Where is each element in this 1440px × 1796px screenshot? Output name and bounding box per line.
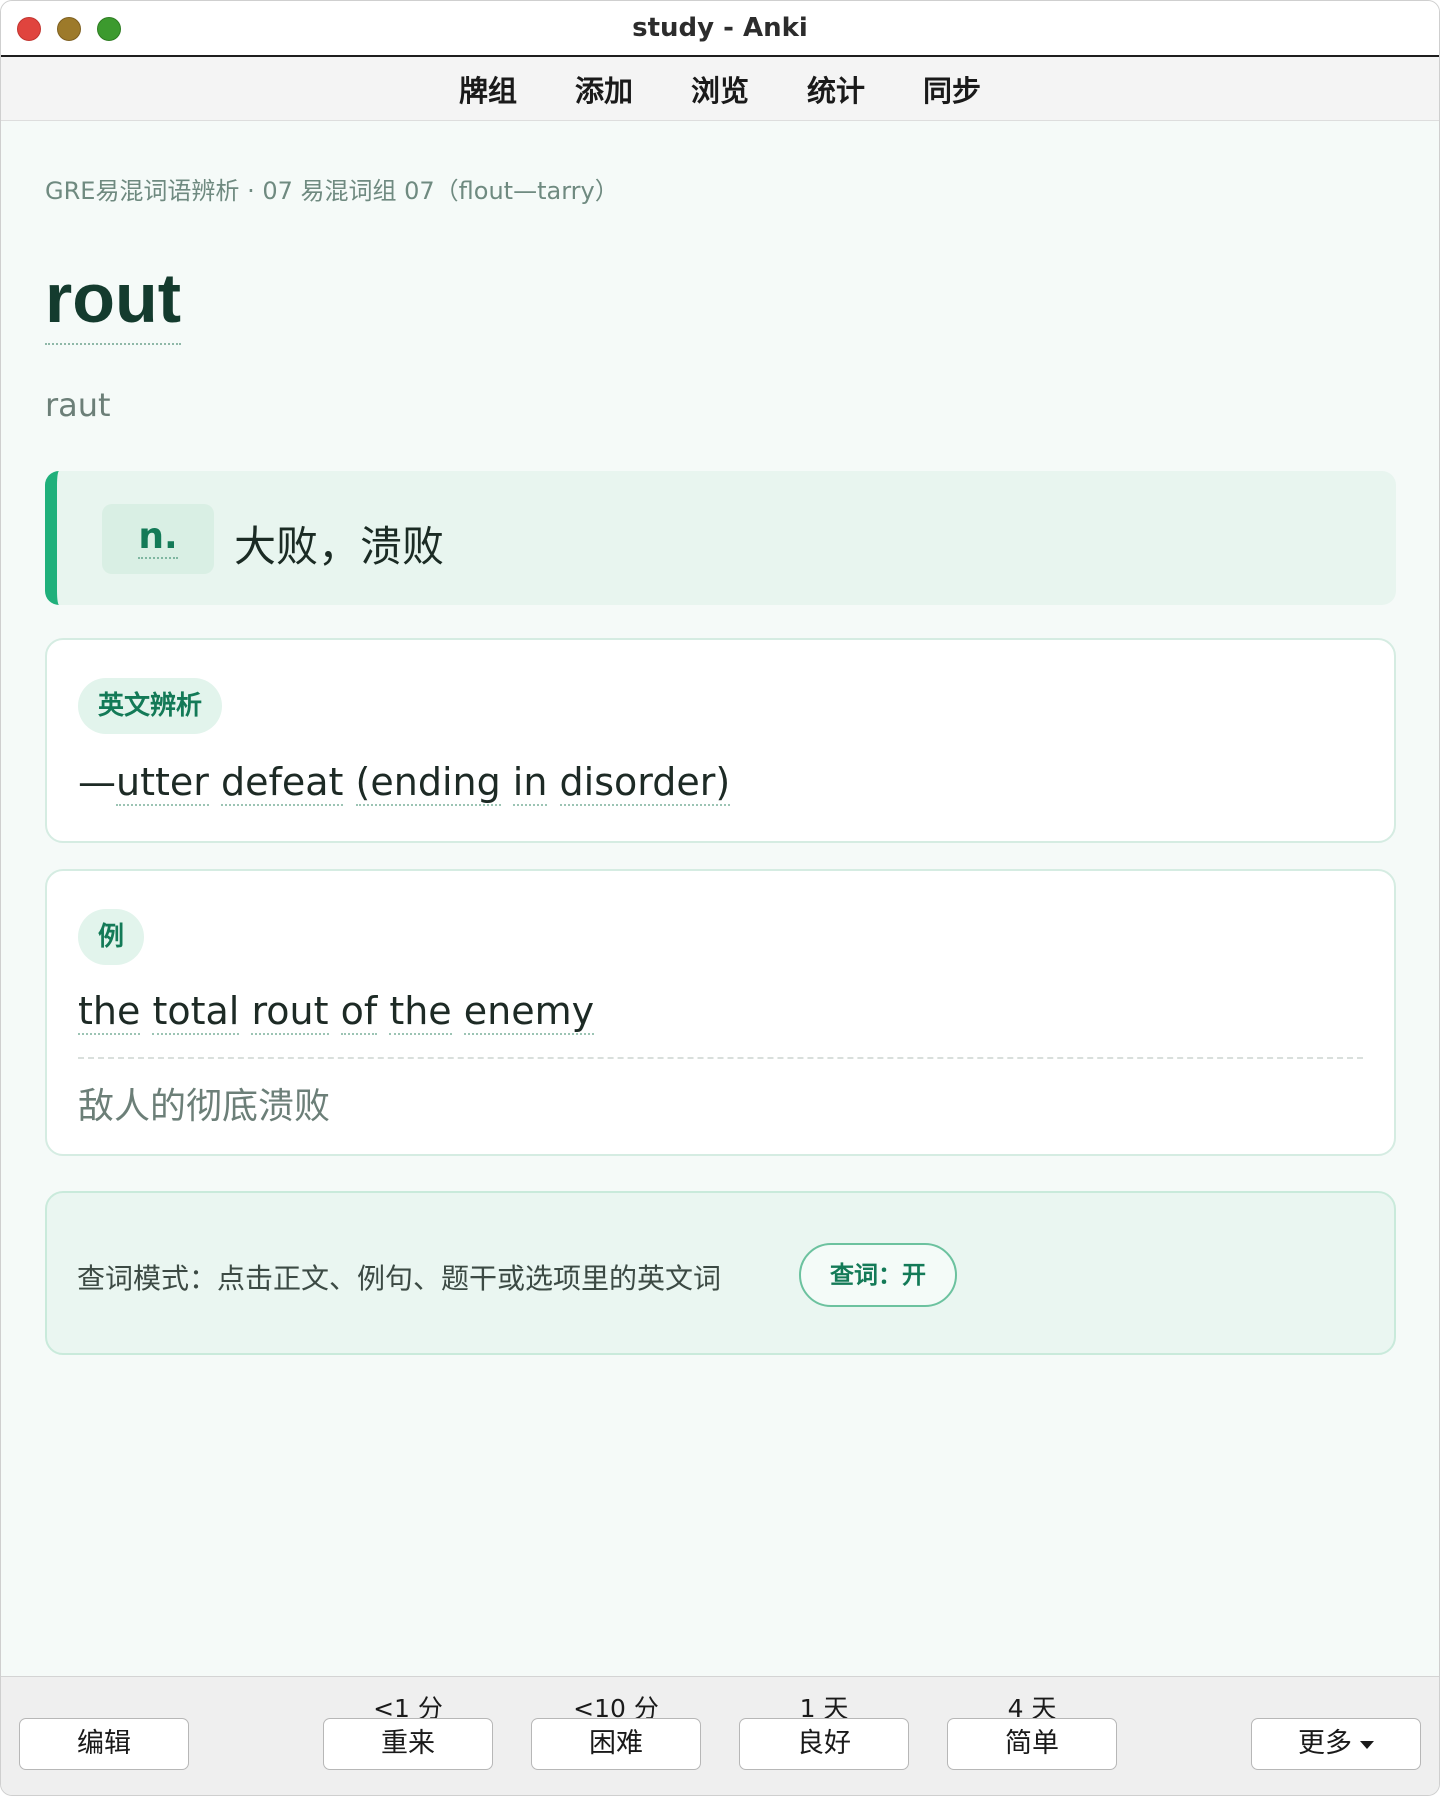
toolbar-browse[interactable]: 浏览 bbox=[662, 68, 778, 110]
english-analysis-text: —utter defeat (ending in disorder) bbox=[78, 760, 731, 806]
lookup-word[interactable]: in bbox=[512, 760, 548, 806]
definition-text: 大败，溃败 bbox=[234, 522, 445, 571]
dash-prefix: — bbox=[78, 760, 116, 804]
toolbar-add[interactable]: 添加 bbox=[546, 68, 662, 110]
lookup-mode-box: 查词模式：点击正文、例句、题干或选项里的英文词 查词：开 bbox=[45, 1191, 1396, 1355]
easy-button[interactable]: 简单 bbox=[947, 1718, 1117, 1770]
toolbar-stats[interactable]: 统计 bbox=[778, 68, 894, 110]
toolbar-sync[interactable]: 同步 bbox=[894, 68, 1010, 110]
part-of-speech[interactable]: n. bbox=[138, 516, 178, 559]
lookup-word[interactable]: the bbox=[389, 989, 452, 1035]
edit-button[interactable]: 编辑 bbox=[19, 1718, 189, 1770]
lookup-mode-text: 查词模式：点击正文、例句、题干或选项里的英文词 bbox=[77, 1262, 722, 1295]
deck-breadcrumb: GRE易混词语辨析 · 07 易混词组 07（flout—tarry） bbox=[45, 177, 619, 205]
lookup-word[interactable]: enemy bbox=[463, 989, 595, 1035]
example-sentence: the total rout of the enemy bbox=[78, 989, 595, 1035]
lookup-word[interactable]: defeat bbox=[220, 760, 344, 806]
toolbar-decks[interactable]: 牌组 bbox=[430, 68, 546, 110]
card-content: GRE易混词语辨析 · 07 易混词组 07（flout—tarry） rout… bbox=[1, 121, 1439, 1676]
review-bottom-bar: 编辑 <1 分 重来 <10 分 困难 1 天 良好 4 天 简单 更多 bbox=[1, 1676, 1439, 1795]
more-button[interactable]: 更多 bbox=[1251, 1718, 1421, 1770]
headword[interactable]: rout bbox=[45, 263, 182, 345]
definition-box: n. 大败，溃败 bbox=[45, 471, 1396, 605]
english-analysis-label: 英文辨析 bbox=[78, 678, 223, 734]
example-card: 例 the total rout of the enemy 敌人的彻底溃败 bbox=[45, 869, 1396, 1156]
lookup-word[interactable]: of bbox=[340, 989, 378, 1035]
example-divider bbox=[78, 1057, 1363, 1059]
chevron-down-icon bbox=[1360, 1740, 1374, 1749]
window-title: study - Anki bbox=[632, 13, 808, 43]
example-translation: 敌人的彻底溃败 bbox=[78, 1086, 331, 1127]
english-analysis-card: 英文辨析 —utter defeat (ending in disorder) bbox=[45, 638, 1396, 843]
example-label: 例 bbox=[78, 909, 145, 965]
main-toolbar: 牌组 添加 浏览 统计 同步 bbox=[1, 57, 1439, 121]
lookup-word[interactable]: utter bbox=[116, 760, 209, 806]
again-button[interactable]: 重来 bbox=[323, 1718, 493, 1770]
more-label: 更多 bbox=[1298, 1728, 1352, 1759]
lookup-word[interactable]: (ending bbox=[355, 760, 501, 806]
title-bar: study - Anki bbox=[1, 1, 1439, 57]
good-button[interactable]: 良好 bbox=[739, 1718, 909, 1770]
hard-button[interactable]: 困难 bbox=[531, 1718, 701, 1770]
part-of-speech-tag: n. bbox=[102, 504, 214, 574]
lookup-word[interactable]: total bbox=[152, 989, 240, 1035]
lookup-toggle-button[interactable]: 查词：开 bbox=[799, 1243, 957, 1307]
anki-window: study - Anki 牌组 添加 浏览 统计 同步 GRE易混词语辨析 · … bbox=[0, 0, 1440, 1796]
lookup-word[interactable]: disorder) bbox=[559, 760, 731, 806]
lookup-word[interactable]: rout bbox=[251, 989, 329, 1035]
phonetic: raut bbox=[45, 386, 111, 424]
lookup-word[interactable]: the bbox=[78, 989, 141, 1035]
